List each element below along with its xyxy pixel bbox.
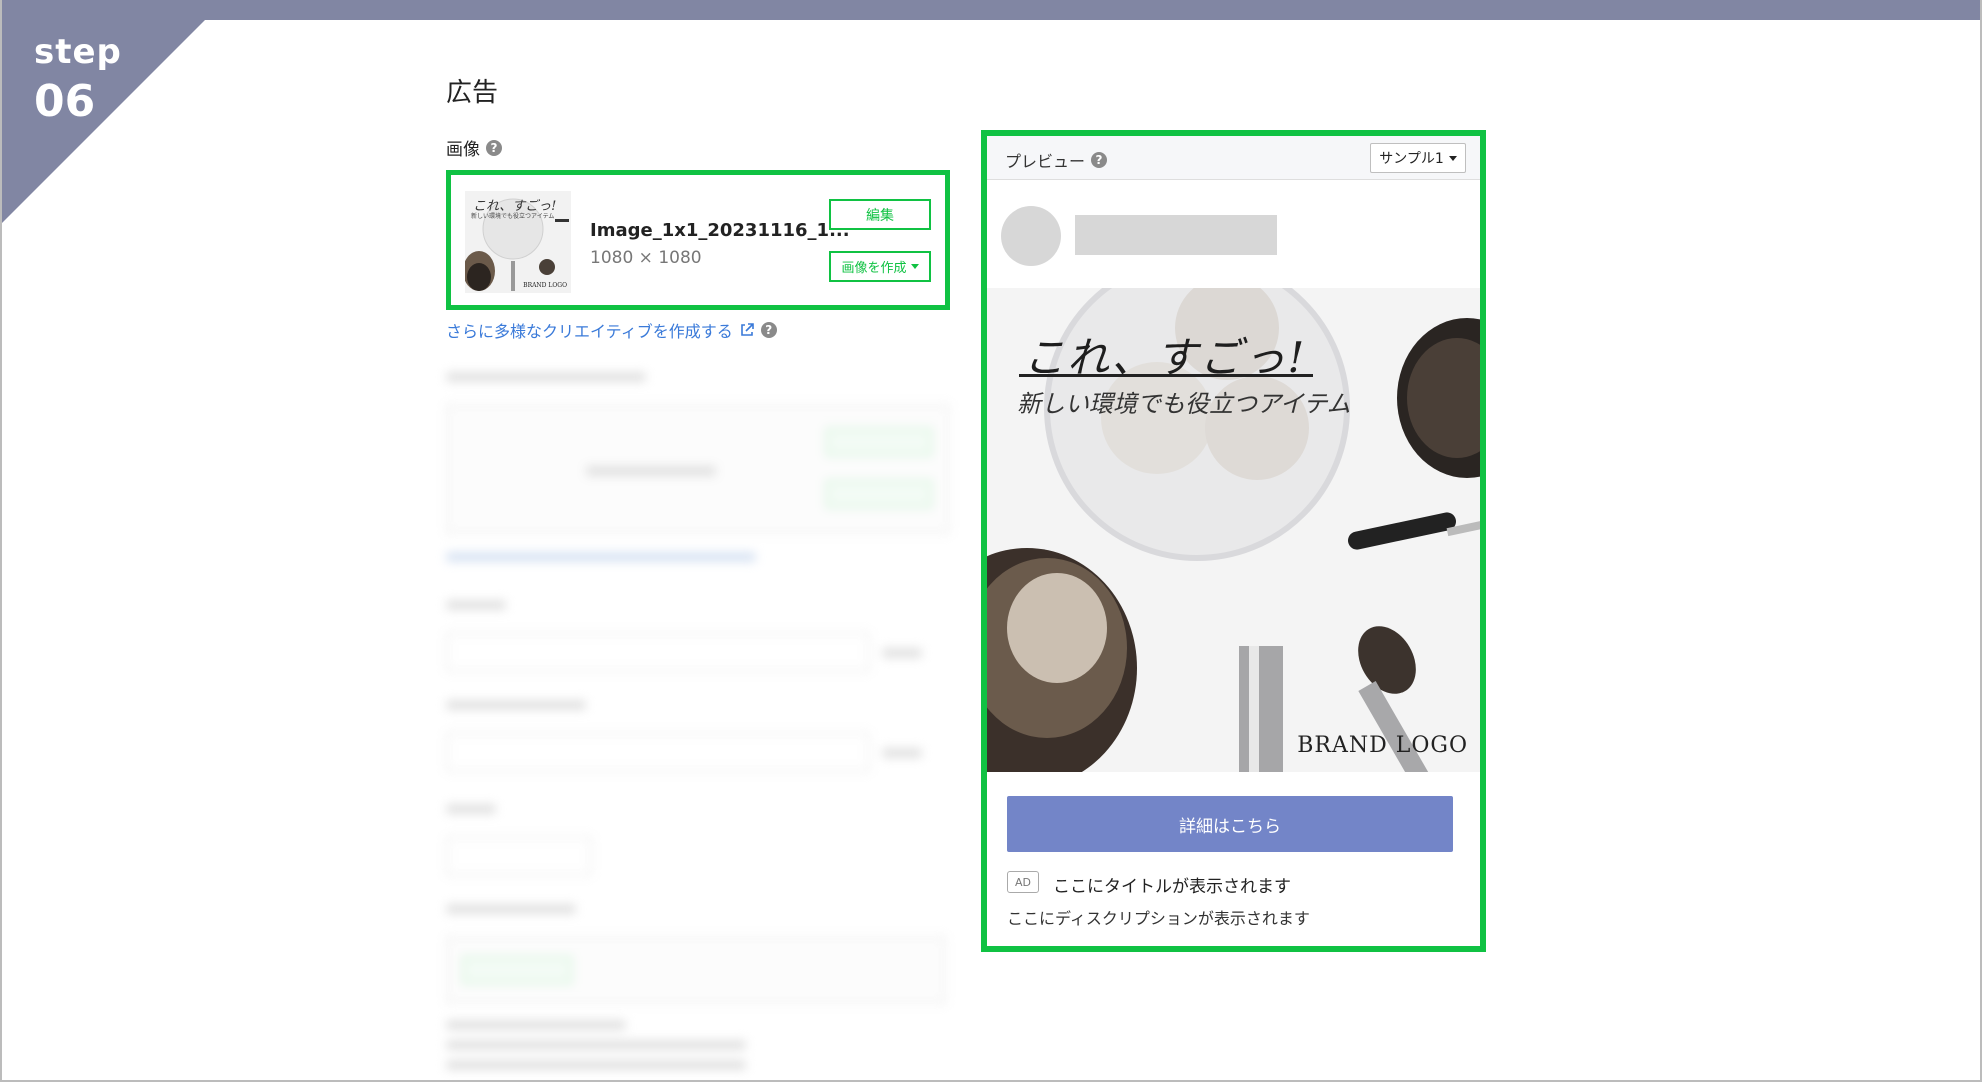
ad-badge: AD xyxy=(1007,871,1039,893)
blurred-label xyxy=(446,600,506,610)
blurred-label xyxy=(446,904,576,914)
blurred-counter xyxy=(882,748,922,758)
sample-select-value: サンプル1 xyxy=(1379,151,1444,167)
blurred-note xyxy=(446,1040,746,1050)
account-name-placeholder xyxy=(1075,215,1277,255)
blurred-select xyxy=(446,836,592,876)
thumbnail-subline: 新しい環境でも役立つアイテム xyxy=(471,213,555,220)
blurred-note xyxy=(446,1060,746,1070)
thumbnail-logo: BRAND LOGO xyxy=(523,282,567,289)
blurred-label xyxy=(446,804,496,814)
ad-preview-panel: プレビュー ? サンプル1 これ、すごっ! 新しい環境でも役立つアイテム BRA… xyxy=(981,130,1486,952)
caret-down-icon xyxy=(910,264,919,269)
question-circle-icon[interactable]: ? xyxy=(486,139,502,156)
more-creatives-label: さらに多様なクリエイティブを作成する xyxy=(446,322,733,341)
blurred-button xyxy=(462,956,572,984)
more-creatives-link[interactable]: さらに多様なクリエイティブを作成する ? xyxy=(446,318,777,342)
image-label-text: 画像 xyxy=(446,140,480,160)
blurred-counter xyxy=(882,648,922,658)
blurred-link xyxy=(446,552,756,562)
caret-down-icon xyxy=(1448,155,1457,161)
preview-title: プレビュー ? xyxy=(1005,148,1108,172)
avatar xyxy=(1001,206,1061,266)
ad-description: ここにディスクリプションが表示されます xyxy=(1007,909,1310,928)
blurred-button xyxy=(826,480,932,508)
image-file-name: Image_1x1_20231116_1... xyxy=(590,220,850,241)
image-thumbnail: これ、すごっ! 新しい環境でも役立つアイテム BRAND LOGO xyxy=(465,191,571,293)
preview-header: プレビュー ? サンプル1 xyxy=(987,136,1480,180)
creative-underline xyxy=(1019,374,1313,377)
section-title: 広告 xyxy=(446,78,499,108)
blurred-text xyxy=(586,466,716,476)
blurred-button xyxy=(826,428,932,456)
creative-subline: 新しい環境でも役立つアイテム xyxy=(1017,390,1351,418)
image-field-label: 画像 ? xyxy=(446,135,502,160)
image-card: これ、すごっ! 新しい環境でも役立つアイテム BRAND LOGO Image_… xyxy=(446,170,950,310)
step-number: 06 xyxy=(34,76,96,127)
step-word: step xyxy=(34,32,122,72)
image-dimensions: 1080 × 1080 xyxy=(590,248,702,268)
blurred-input xyxy=(446,632,870,672)
top-bar xyxy=(0,0,1982,20)
blurred-label xyxy=(446,700,586,710)
brand-logo: BRAND LOGO xyxy=(1297,733,1468,758)
blurred-label xyxy=(446,372,646,382)
question-circle-icon[interactable]: ? xyxy=(760,322,777,338)
ad-creative-image: これ、すごっ! 新しい環境でも役立つアイテム BRAND LOGO xyxy=(987,288,1480,772)
sample-select[interactable]: サンプル1 xyxy=(1370,143,1466,173)
edit-image-button[interactable]: 編集 xyxy=(829,199,931,230)
question-circle-icon[interactable]: ? xyxy=(1091,152,1108,168)
blurred-form-area xyxy=(446,360,956,1082)
step-badge: step 06 xyxy=(0,0,225,225)
blurred-input xyxy=(446,732,870,772)
ad-title: ここにタイトルが表示されます xyxy=(1053,877,1291,897)
blurred-note xyxy=(446,1020,626,1030)
external-link-icon xyxy=(740,323,754,336)
cta-button[interactable]: 詳細はこちら xyxy=(1007,796,1453,852)
preview-title-text: プレビュー xyxy=(1005,152,1086,171)
create-image-button[interactable]: 画像を作成 xyxy=(829,251,931,282)
create-image-label: 画像を作成 xyxy=(841,261,907,276)
